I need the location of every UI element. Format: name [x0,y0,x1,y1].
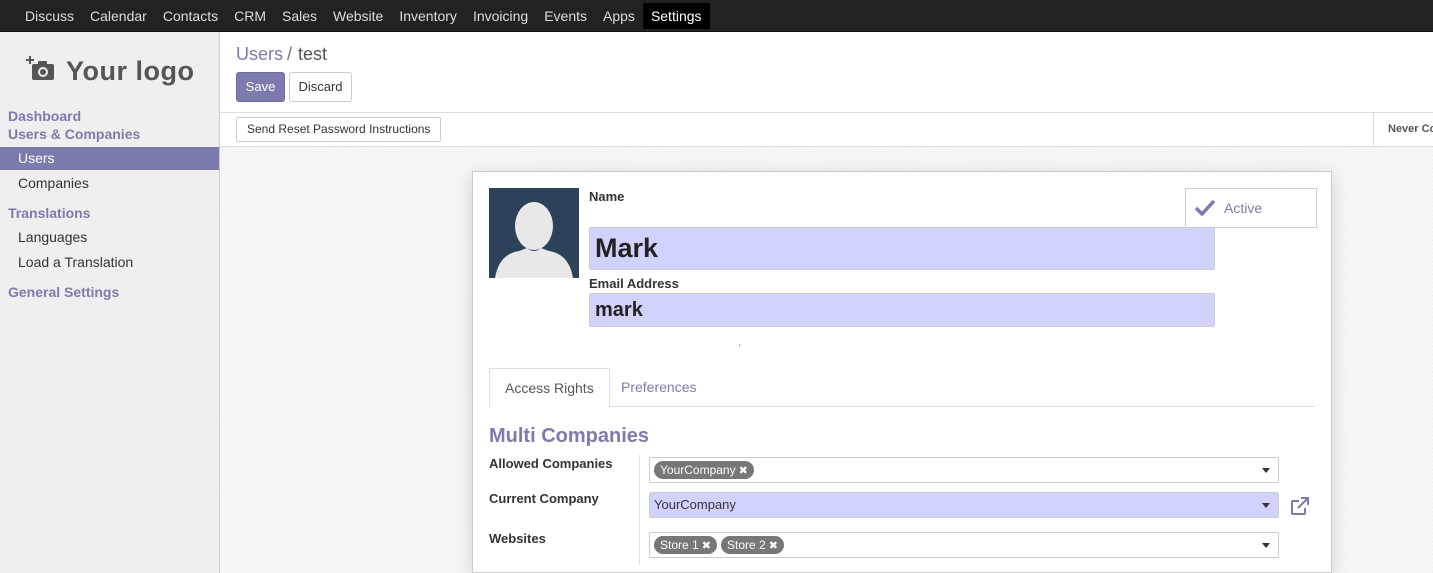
tag-remove-icon[interactable]: ✖ [769,540,778,552]
menu-sales[interactable]: Sales [274,3,325,29]
camera-plus-icon [26,56,54,80]
divider-dot [739,344,740,347]
tab-access-rights[interactable]: Access Rights [489,368,610,408]
save-button[interactable]: Save [236,72,285,102]
tag-label: Store 2 [727,538,766,552]
sidebar-item-users[interactable]: Users [0,147,219,170]
top-navbar: Discuss Calendar Contacts CRM Sales Webs… [0,0,1433,32]
sidebar-section-dashboard[interactable]: Dashboard [8,108,81,124]
active-label: Active [1224,200,1263,216]
current-company-label: Current Company [489,491,599,506]
current-company-value: YourCompany [654,497,736,512]
allowed-companies-field[interactable]: YourCompany ✖ [649,457,1279,483]
tag-label: YourCompany [660,463,736,477]
tag-label: Store 1 [660,538,699,552]
external-link-icon[interactable] [1289,495,1311,517]
menu-inventory[interactable]: Inventory [391,3,465,29]
menu-discuss[interactable]: Discuss [17,3,82,29]
form-statusbar: Send Reset Password Instructions Never C… [220,113,1433,147]
multi-companies-title: Multi Companies [489,425,650,447]
chevron-down-icon[interactable] [1262,503,1270,508]
sidebar-section-translations[interactable]: Translations [8,205,90,221]
tag-store-1: Store 1 ✖ [654,536,717,554]
breadcrumb: Users / test [236,44,327,65]
menu-website[interactable]: Website [325,3,391,29]
name-label: Name [589,189,625,204]
menu-events[interactable]: Events [536,3,595,29]
logo-text: Your logo [66,55,195,86]
sidebar-section-general-settings[interactable]: General Settings [8,284,119,300]
websites-label: Websites [489,531,546,546]
user-avatar[interactable] [489,188,579,278]
menu-settings[interactable]: Settings [642,2,710,29]
label-divider [639,455,640,565]
control-panel: Users / test Save Discard [220,32,1433,113]
breadcrumb-current: test [298,44,328,64]
statusbar-divider [1373,113,1374,146]
tag-remove-icon[interactable]: ✖ [702,540,711,552]
allowed-companies-label: Allowed Companies [489,456,613,471]
discard-button[interactable]: Discard [289,72,352,102]
menu-invoicing[interactable]: Invoicing [465,3,536,29]
tab-preferences[interactable]: Preferences [606,368,711,408]
menu-apps[interactable]: Apps [595,3,643,29]
websites-field[interactable]: Store 1 ✖ Store 2 ✖ [649,532,1279,558]
current-company-field[interactable]: YourCompany [649,492,1279,518]
email-field[interactable]: mark [589,293,1215,327]
name-field[interactable]: Mark [589,227,1215,270]
tag-yourcompany: YourCompany ✖ [654,461,754,479]
tag-remove-icon[interactable]: ✖ [739,465,748,477]
chevron-down-icon[interactable] [1262,543,1270,548]
menu-crm[interactable]: CRM [226,3,274,29]
login-status-label: Never Co [1388,123,1433,135]
check-icon [1194,199,1216,217]
email-label: Email Address [589,276,679,291]
form-tabs: Access Rights Preferences [489,368,1315,408]
sidebar-item-companies[interactable]: Companies [0,172,219,195]
sidebar-item-load-translation[interactable]: Load a Translation [0,251,219,274]
sidebar: Your logo Dashboard Users & Companies Us… [0,32,220,573]
chevron-down-icon[interactable] [1262,468,1270,473]
breadcrumb-parent[interactable]: Users [236,44,283,64]
breadcrumb-separator: / [287,44,293,64]
active-toggle-button[interactable]: Active [1185,188,1317,228]
menu-contacts[interactable]: Contacts [155,3,226,29]
tag-store-2: Store 2 ✖ [721,536,784,554]
user-silhouette-icon [489,188,579,278]
form-sheet: Active Name Mark Email Address mark Acce… [472,171,1332,573]
menu-calendar[interactable]: Calendar [82,3,155,29]
send-reset-password-button[interactable]: Send Reset Password Instructions [236,117,442,142]
sidebar-item-languages[interactable]: Languages [0,226,219,249]
company-logo[interactable]: Your logo [22,46,200,96]
sidebar-section-users-companies[interactable]: Users & Companies [8,126,140,142]
